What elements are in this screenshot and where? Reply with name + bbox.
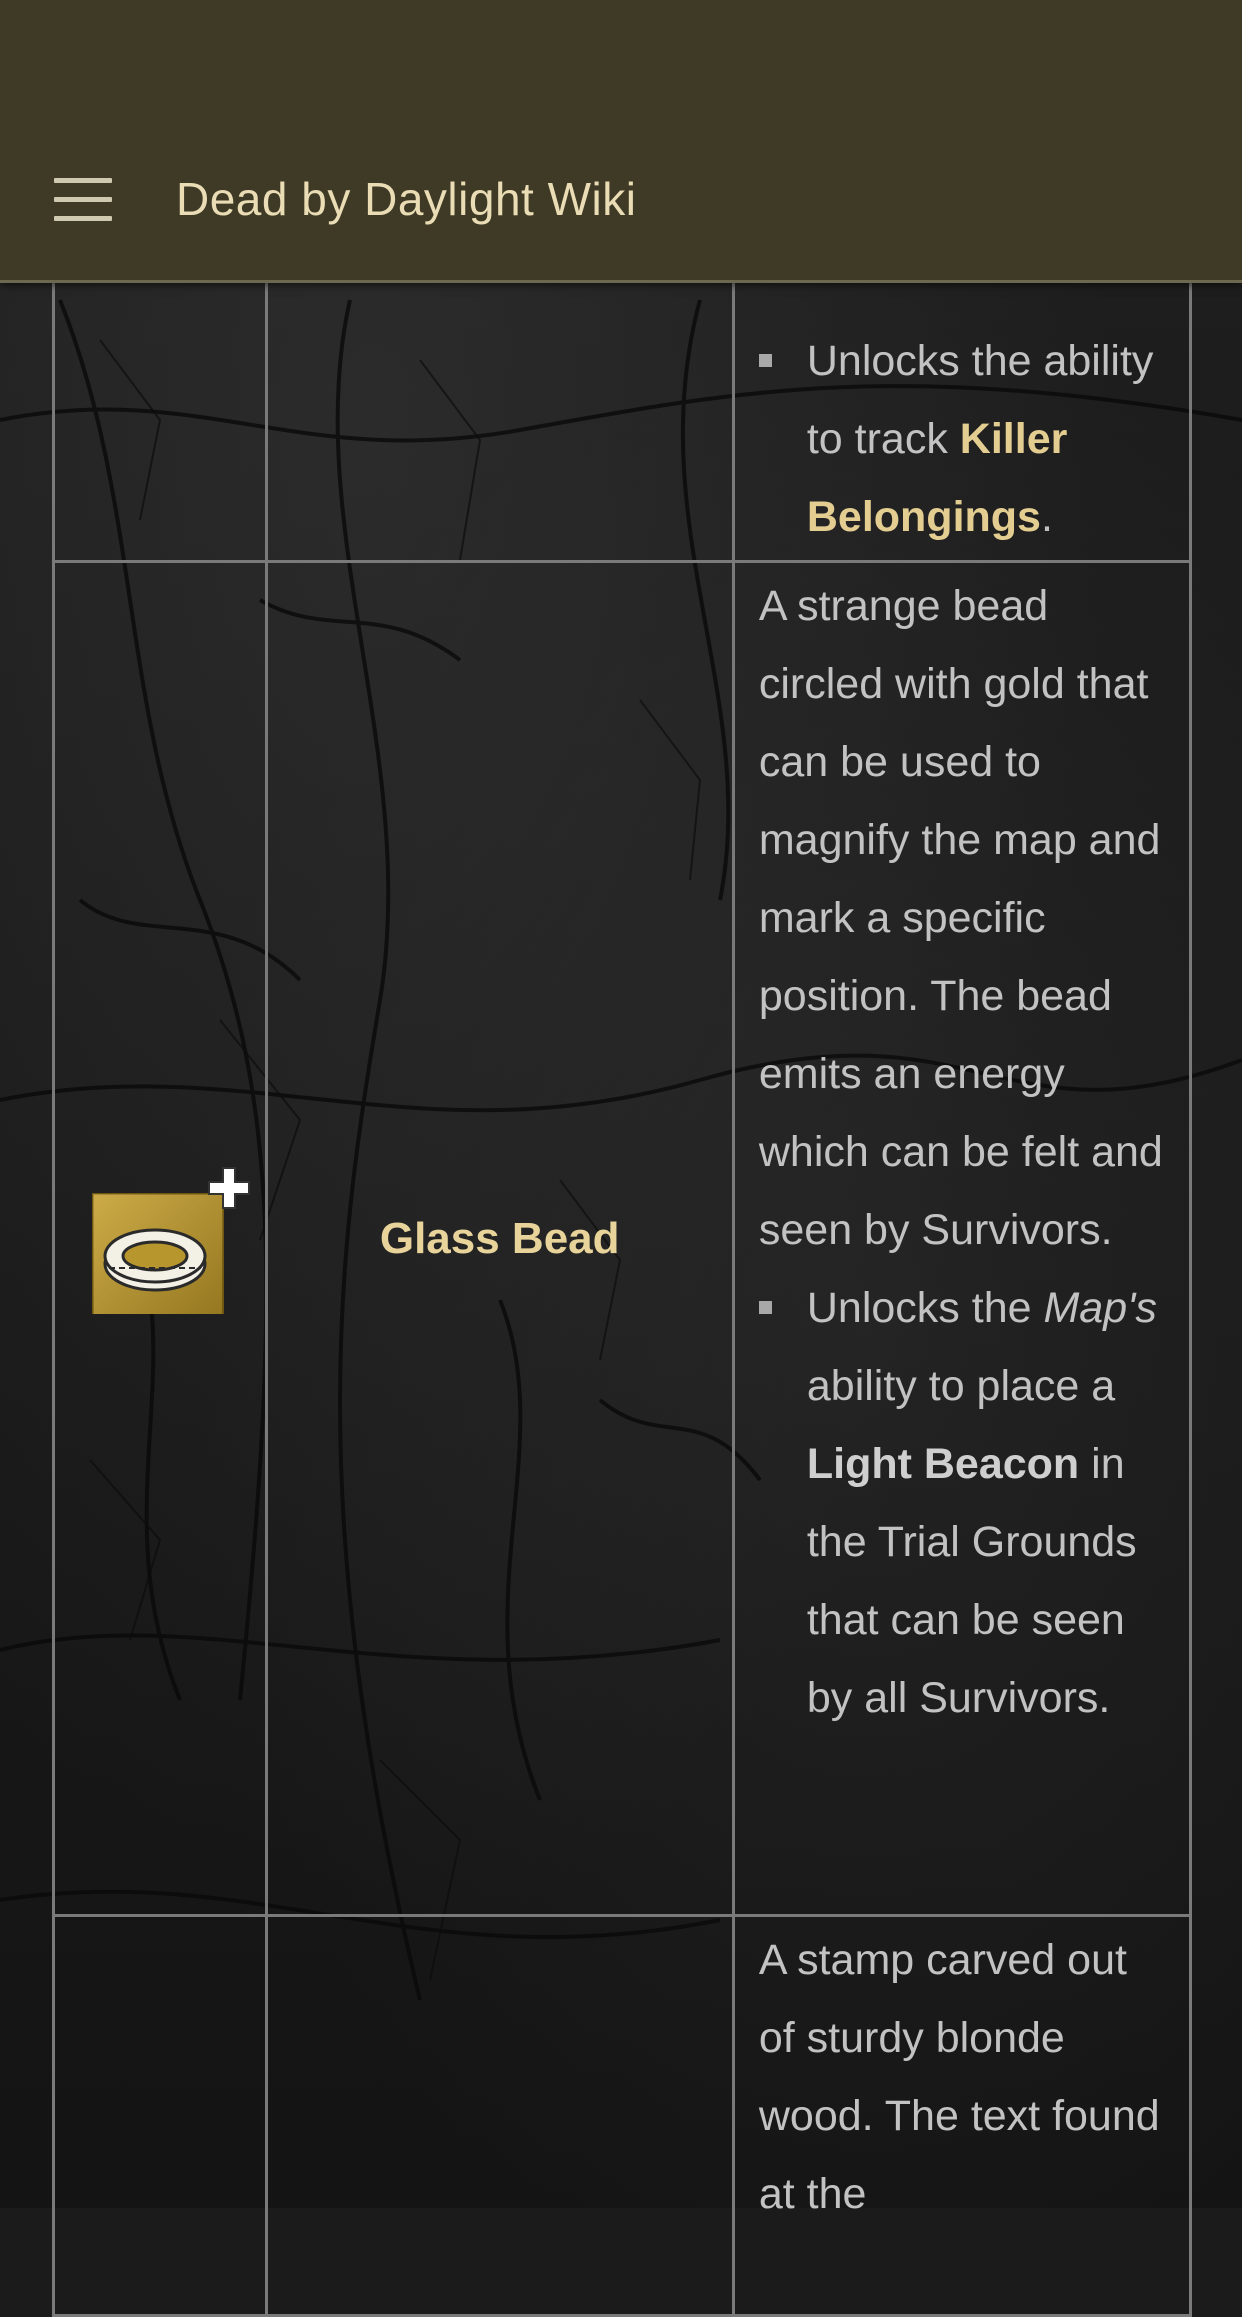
site-title[interactable]: Dead by Daylight Wiki	[176, 172, 636, 226]
description-cell: A stamp carved out of sturdy blonde wood…	[731, 1914, 1193, 2317]
item-description: A stamp carved out of sturdy blonde wood…	[758, 1936, 1160, 2218]
glass-bead-link[interactable]: Glass Bead	[380, 1214, 620, 1263]
list-item: Unlocks the Map's ability to place a Lig…	[758, 1269, 1165, 1737]
effect-list: Unlocks the ability to track Killer Belo…	[758, 322, 1165, 556]
effect-list: Unlocks the Map's ability to place a Lig…	[758, 1269, 1165, 1737]
icon-cell	[52, 1914, 268, 2317]
name-cell	[264, 1914, 735, 2317]
item-description: A strange bead circled with gold that ca…	[758, 582, 1163, 1254]
list-item: Unlocks the ability to track Killer Belo…	[758, 322, 1165, 556]
light-beacon-text: Light Beacon	[806, 1440, 1080, 1488]
map-italic-text: Map's	[1043, 1284, 1157, 1332]
table-row: Glass Bead A strange bead circled with g…	[52, 560, 1193, 1917]
icon-cell	[52, 560, 268, 1917]
hamburger-menu-icon[interactable]	[54, 178, 112, 222]
glass-bead-addon-icon[interactable]	[85, 1164, 250, 1325]
name-cell: Glass Bead	[264, 560, 735, 1917]
plus-icon	[207, 1166, 250, 1209]
table-row: A stamp carved out of sturdy blonde wood…	[52, 1914, 1193, 2317]
addons-table: Unlocks the ability to track Killer Belo…	[52, 170, 1193, 2317]
site-header: Dead by Daylight Wiki	[0, 0, 1242, 283]
description-cell: A strange bead circled with gold that ca…	[731, 560, 1193, 1917]
